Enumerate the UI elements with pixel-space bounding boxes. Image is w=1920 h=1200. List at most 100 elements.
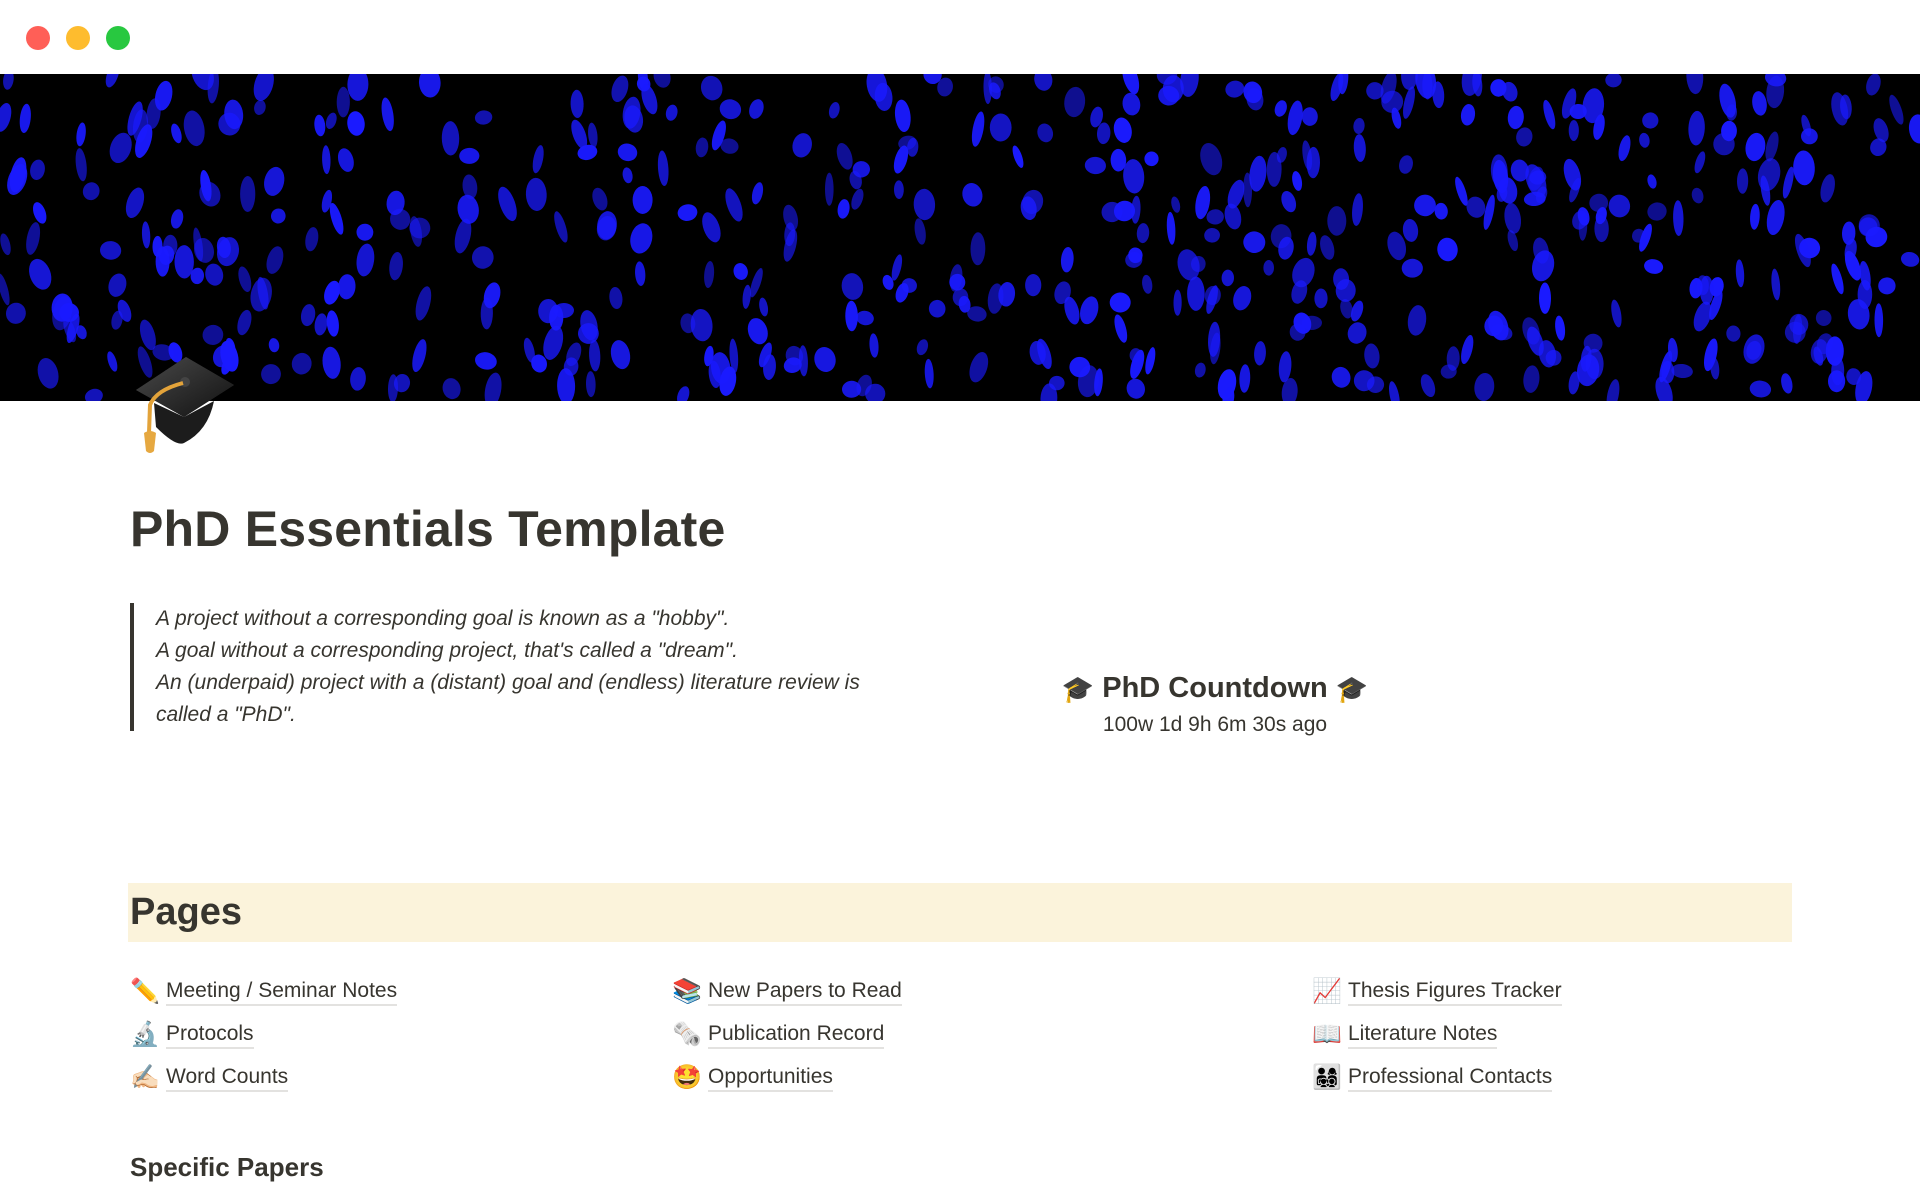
cover-nucleus [270,208,286,224]
cover-nucleus [837,199,850,219]
cover-nucleus [1200,143,1223,176]
cover-nucleus [733,263,748,280]
cover-nucleus [665,104,678,121]
books-icon: 📚 [672,978,702,1005]
cover-nucleus [1025,274,1042,297]
page-link-thesis-figures-tracker[interactable]: 📈 Thesis Figures Tracker [1312,970,1562,1013]
cover-nucleus [484,372,502,401]
page-link-label[interactable]: Thesis Figures Tracker [1348,978,1562,1006]
page-link-publication-record[interactable]: 🗞️ Publication Record [672,1013,902,1056]
cover-nucleus [589,339,601,372]
cover-nucleus [322,145,331,175]
cover-nucleus [1401,258,1423,278]
writing-hand-icon: ✍🏻 [130,1064,160,1091]
cover-nucleus [347,111,365,136]
cover-nucleus [1752,91,1767,116]
cover-nucleus [1745,132,1766,162]
cover-nucleus [1012,145,1024,168]
star-struck-icon: 🤩 [672,1064,702,1091]
cover-nucleus [1749,380,1772,398]
page-link-professional-contacts[interactable]: 👨‍👩‍👧‍👦 Professional Contacts [1312,1056,1562,1099]
page-link-label[interactable]: Meeting / Seminar Notes [166,978,398,1006]
cover-nucleus [314,313,328,336]
page-link-new-papers-to-read[interactable]: 📚 New Papers to Read [672,970,902,1013]
cover-nucleus [657,150,669,187]
page-link-word-counts[interactable]: ✍🏻 Word Counts [130,1056,397,1099]
open-book-icon: 📖 [1312,1021,1342,1048]
cover-nucleus [1225,80,1245,98]
cover-nucleus [32,202,47,224]
page-link-label[interactable]: Professional Contacts [1348,1064,1553,1092]
cover-nucleus [268,338,280,353]
page-link-meeting-seminar-notes[interactable]: ✏️ Meeting / Seminar Notes [130,970,398,1013]
cover-nucleus [1618,135,1631,162]
cover-nucleus [1314,288,1328,309]
cover-nucleus [415,286,432,321]
page-link-label[interactable]: Word Counts [166,1064,289,1092]
cover-nucleus [719,99,742,120]
page-link-label[interactable]: Publication Record [708,1021,885,1049]
graduation-cap-icon[interactable] [126,345,236,455]
cover-nucleus [677,204,698,221]
cover-nucleus [1347,322,1367,344]
cover-nucleus [751,182,764,205]
cover-nucleus [836,142,853,170]
cover-nucleus [1306,231,1317,256]
cover-nucleus [747,318,768,345]
cover-nucleus [1194,362,1206,378]
page-link-protocols[interactable]: 🔬 Protocols [130,1013,397,1056]
cover-nucleus [1187,276,1205,311]
cover-nucleus [749,99,764,119]
maximize-window-button[interactable] [106,26,130,50]
cover-nucleus [1781,373,1793,394]
cover-nucleus [1352,193,1363,226]
cover-nucleus [851,188,864,210]
cover-nucleus [1126,378,1145,399]
pages-column-3: 📈 Thesis Figures Tracker 📖 Literature No… [1312,970,1562,1099]
cover-nucleus [240,176,256,212]
cover-nucleus [609,286,623,310]
cover-nucleus [592,187,608,211]
cover-nucleus [108,273,127,297]
cover-nucleus [856,310,874,326]
cover-nucleus [1647,174,1657,189]
cover-nucleus [475,352,497,370]
cover-nucleus [1644,259,1664,274]
cover-nucleus [916,339,929,356]
page-link-label[interactable]: Opportunities [708,1064,833,1092]
page-link-opportunities[interactable]: 🤩 Opportunities [672,1056,902,1099]
cover-nucleus [695,137,709,158]
cover-nucleus [989,113,1012,142]
quote-line: A project without a corresponding goal i… [156,607,730,630]
cover-nucleus [525,177,547,211]
cover-nucleus [1166,211,1176,245]
cover-nucleus [700,75,723,101]
page-link-label[interactable]: Protocols [166,1021,254,1049]
cover-nucleus [1538,282,1552,314]
countdown-title-row: 🎓 PhD Countdown 🎓 [1060,672,1370,705]
cover-nucleus [1568,120,1579,141]
cover-nucleus [825,172,834,206]
cover-nucleus [82,182,100,201]
cover-nucleus [1434,202,1448,220]
cover-nucleus [442,378,461,400]
page-link-literature-notes[interactable]: 📖 Literature Notes [1312,1013,1562,1056]
cover-nucleus [632,186,653,214]
cover-nucleus [1399,155,1413,174]
cover-nucleus [610,340,631,370]
close-window-button[interactable] [26,26,50,50]
cover-nucleus [1461,335,1474,364]
cover-nucleus [913,188,936,221]
cover-nucleus [1122,92,1141,116]
cover-nucleus [1331,366,1351,388]
page-link-label[interactable]: New Papers to Read [708,978,902,1006]
cover-nucleus [1608,194,1631,218]
page-link-label[interactable]: Literature Notes [1348,1021,1498,1049]
cover-nucleus [1142,274,1153,294]
cover-nucleus [1736,168,1749,194]
cover-nucleus [1037,123,1054,143]
quote-line: called a "PhD". [156,703,296,726]
cover-nucleus [841,273,864,300]
minimize-window-button[interactable] [66,26,90,50]
cover-nucleus [237,309,252,336]
